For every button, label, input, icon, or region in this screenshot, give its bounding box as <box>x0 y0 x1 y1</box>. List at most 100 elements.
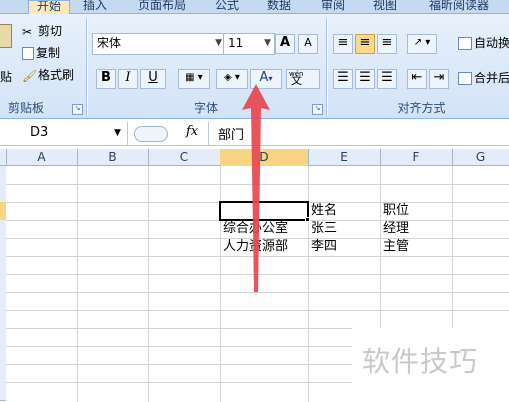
cell-f4[interactable]: 经理 <box>380 220 409 238</box>
formula-bar-resize-handle[interactable] <box>134 126 168 142</box>
clipboard-dialog-launcher-icon[interactable]: ↘ <box>72 104 83 115</box>
cell-f5[interactable]: 主管 <box>380 238 409 256</box>
align-left-button[interactable]: ☰ <box>333 69 353 89</box>
merge-cells-icon <box>458 72 472 85</box>
align-bottom-icon: ≡ <box>381 35 393 50</box>
font-name-value: 宋体 <box>97 36 122 50</box>
tab-view[interactable]: 视图 <box>368 0 402 14</box>
bold-button[interactable]: B <box>96 69 116 89</box>
cell-e3[interactable]: 姓名 <box>308 202 337 220</box>
cut-label: 剪切 <box>38 24 63 38</box>
arrow-shape <box>242 84 270 292</box>
row-header-4[interactable] <box>0 220 6 239</box>
merge-center-button[interactable]: 合并后 <box>458 69 509 87</box>
row-header-11[interactable] <box>0 346 6 365</box>
tab-foxit-reader[interactable]: 福昕阅读器 <box>418 0 500 14</box>
row-header-5[interactable] <box>0 238 6 257</box>
wrap-text-label: 自动换 <box>474 36 509 50</box>
row-header-7[interactable] <box>0 274 6 293</box>
format-painter-button[interactable]: 🖌格式刷 <box>22 66 74 84</box>
column-header-b[interactable]: B <box>77 149 149 166</box>
shrink-font-button[interactable]: A <box>298 34 318 54</box>
italic-button[interactable]: I <box>118 69 138 89</box>
tab-data[interactable]: 数据 <box>262 0 296 14</box>
phonetic-guide-button[interactable]: wén 文 <box>286 69 320 89</box>
align-right-button[interactable]: ☰ <box>377 69 397 89</box>
align-right-icon: ☰ <box>381 70 393 85</box>
orientation-button[interactable]: ↗ ▾ <box>407 34 437 54</box>
tab-insert[interactable]: 插入 <box>78 0 112 14</box>
align-top-button[interactable]: ≡ <box>333 34 353 54</box>
align-top-icon: ≡ <box>337 35 349 50</box>
borders-button[interactable]: ▦ ▾ <box>178 69 210 89</box>
row-header-2[interactable] <box>0 184 6 203</box>
row-header-9[interactable] <box>0 310 6 329</box>
align-left-icon: ☰ <box>337 70 349 85</box>
column-header-g[interactable]: G <box>452 149 509 166</box>
align-bottom-button[interactable]: ≡ <box>377 34 397 54</box>
group-divider <box>86 18 87 116</box>
column-header-a[interactable]: A <box>6 149 78 166</box>
underline-button[interactable]: U <box>140 69 166 89</box>
paintbrush-icon: 🖌 <box>22 68 38 83</box>
font-name-select[interactable]: 宋体 ▼ <box>92 33 226 55</box>
align-center-icon: ☰ <box>359 70 371 85</box>
insert-function-button[interactable]: fx <box>186 124 198 139</box>
font-group-label: 字体 <box>193 101 218 115</box>
red-arrow-annotation <box>242 84 270 292</box>
font-size-value: 11 <box>228 36 244 50</box>
shrink-font-icon: A <box>304 36 312 49</box>
group-divider <box>326 18 327 116</box>
font-dialog-launcher-icon[interactable]: ↘ <box>312 104 323 115</box>
column-header-f[interactable]: F <box>380 149 453 166</box>
tab-page-layout[interactable]: 页面布局 <box>132 0 192 14</box>
cell-f3[interactable]: 职位 <box>380 202 409 220</box>
italic-icon: I <box>125 70 131 85</box>
paste-label: 贴 <box>0 70 13 84</box>
row-header-6[interactable] <box>0 256 6 275</box>
format-painter-label: 格式刷 <box>38 68 75 82</box>
row-header-10[interactable] <box>0 328 6 347</box>
wrap-text-button[interactable]: 自动换 <box>458 34 509 52</box>
name-box[interactable]: D3 ▼ <box>0 122 128 146</box>
paste-button[interactable]: 贴 <box>0 22 14 84</box>
copy-icon <box>22 47 34 60</box>
cell-e4[interactable]: 张三 <box>308 220 337 238</box>
cell-e5[interactable]: 李四 <box>308 238 337 256</box>
grow-font-icon: A <box>279 35 291 50</box>
column-header-e[interactable]: E <box>308 149 381 166</box>
merge-center-label: 合并后 <box>474 71 509 85</box>
column-header-c[interactable]: C <box>148 149 221 166</box>
underline-icon: U <box>148 70 158 85</box>
tab-review[interactable]: 审阅 <box>316 0 350 14</box>
bold-icon: B <box>101 70 111 85</box>
row-header-3[interactable] <box>0 202 6 221</box>
tab-formulas[interactable]: 公式 <box>210 0 244 14</box>
dropdown-arrow-icon: ▼ <box>215 38 222 48</box>
copy-label: 复制 <box>36 46 61 60</box>
increase-indent-button[interactable]: ⇥ <box>429 69 449 89</box>
align-center-button[interactable]: ☰ <box>355 69 375 89</box>
increase-indent-icon: ⇥ <box>433 70 445 85</box>
watermark-text: 软件技巧 <box>362 345 479 378</box>
grid-line <box>6 310 509 311</box>
tab-home[interactable]: 开始 <box>28 0 70 15</box>
paste-icon <box>0 24 12 48</box>
name-box-dropdown-icon[interactable]: ▼ <box>114 122 121 144</box>
row-header-1[interactable] <box>0 166 6 185</box>
align-middle-button[interactable]: ≡ <box>355 34 375 54</box>
decrease-indent-button[interactable]: ⇤ <box>407 69 427 89</box>
font-size-select[interactable]: 11 ▼ <box>223 33 275 55</box>
row-header-13[interactable] <box>0 382 6 401</box>
wrap-text-icon <box>458 37 472 50</box>
row-header-12[interactable] <box>0 364 6 383</box>
fill-handle[interactable] <box>305 217 310 222</box>
text-orientation-icon: ↗ ▾ <box>413 37 431 48</box>
row-header-8[interactable] <box>0 292 6 311</box>
alignment-group-label: 对齐方式 <box>397 101 446 115</box>
copy-button[interactable]: 复制 <box>22 44 60 62</box>
borders-icon: ▦ ▾ <box>185 72 203 83</box>
scissors-icon: ✂ <box>22 24 33 39</box>
grow-font-button[interactable]: A <box>275 34 295 54</box>
cut-button[interactable]: ✂ 剪切 <box>22 22 62 40</box>
